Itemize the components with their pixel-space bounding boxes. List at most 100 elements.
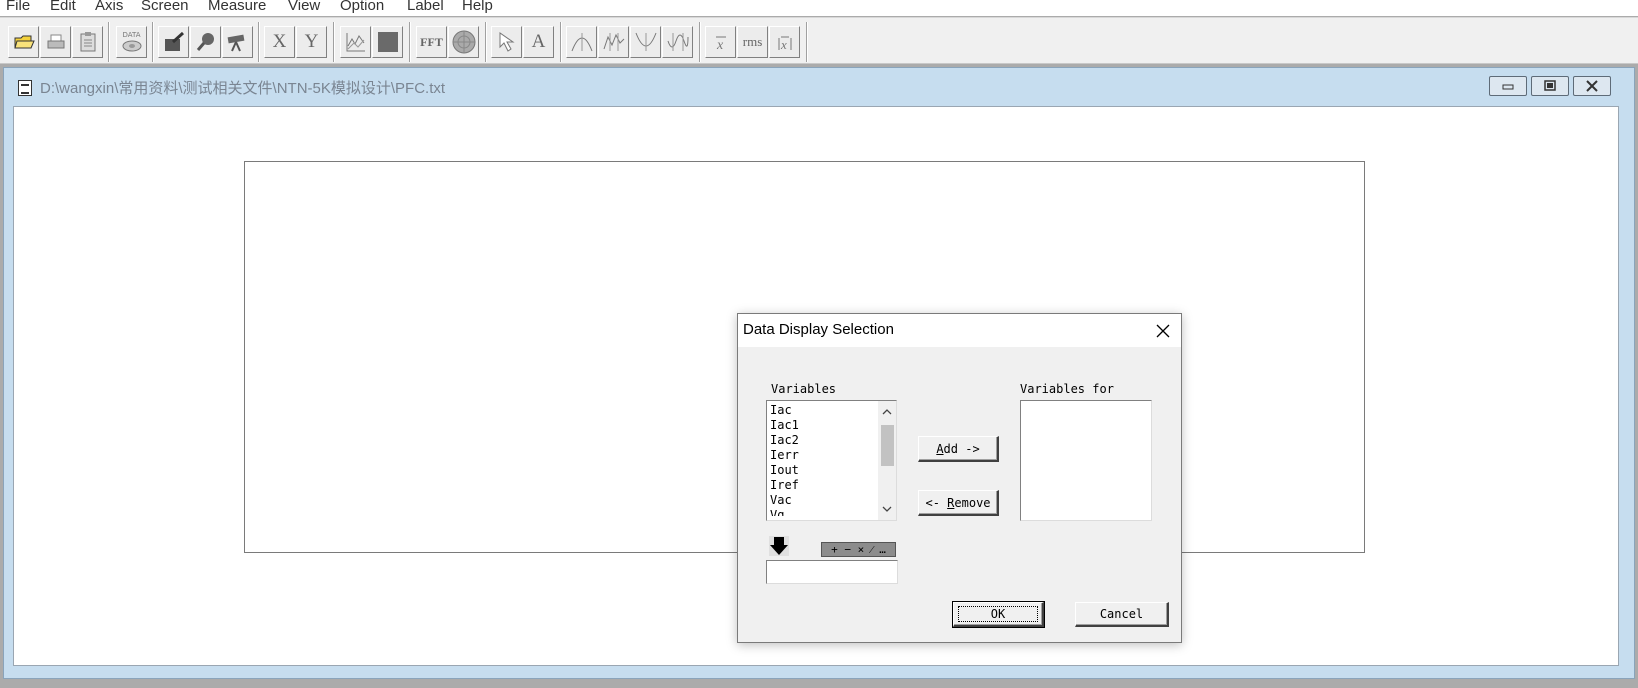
abs-mean-icon: x: [778, 36, 791, 52]
menu-bar: File Edit Axis Screen Measure View Optio…: [0, 0, 1638, 16]
menu-file[interactable]: File: [6, 0, 30, 14]
restore-button[interactable]: [1531, 76, 1569, 96]
pointer-arrow-icon: [499, 32, 515, 52]
remove-button-mnemonic: R: [947, 495, 955, 510]
open-file-button[interactable]: [8, 26, 39, 58]
list-item[interactable]: Iref: [770, 478, 799, 493]
select-pointer-button[interactable]: [491, 26, 522, 58]
remove-button-prefix: <-: [925, 495, 948, 510]
restore-icon: [1544, 80, 1556, 91]
cancel-button-label: Cancel: [1099, 607, 1144, 621]
chevron-down-icon: [882, 506, 892, 512]
toolbar-separator: [560, 22, 562, 62]
fft-button[interactable]: FFT: [416, 26, 447, 58]
data-button[interactable]: DATA: [116, 26, 147, 58]
variables-for-listbox[interactable]: [1020, 400, 1152, 521]
menu-help[interactable]: Help: [462, 0, 493, 14]
variables-for-label: Variables for: [1020, 382, 1114, 396]
list-item[interactable]: Ierr: [770, 448, 799, 463]
fill-button[interactable]: [372, 26, 403, 58]
text-label-button[interactable]: A: [523, 26, 554, 58]
toolbar-separator: [806, 22, 808, 62]
dialog-close-button[interactable]: [1151, 319, 1175, 343]
telescope-button[interactable]: [222, 26, 253, 58]
scroll-thumb[interactable]: [881, 425, 894, 466]
polar-plot-icon: [452, 30, 475, 54]
open-folder-icon: [13, 35, 35, 49]
y-axis-button[interactable]: Y: [296, 26, 327, 58]
menu-option[interactable]: Option: [340, 0, 384, 14]
chevron-up-icon: [882, 409, 892, 415]
add-button[interactable]: Add ->: [918, 436, 999, 462]
add-button-label: dd ->: [943, 441, 980, 456]
rms-button[interactable]: rms: [737, 26, 768, 58]
variables-listbox[interactable]: Iac Iac1 Iac2 Ierr Iout Iref Vac Vg: [766, 400, 897, 521]
wave-min-max-icon: [667, 33, 688, 51]
zoom-tool-button[interactable]: [158, 26, 189, 58]
data-label: DATA: [122, 31, 141, 39]
svg-text:x: x: [780, 37, 787, 52]
abs-average-button[interactable]: x: [769, 26, 800, 58]
status-bar: [0, 679, 1638, 688]
toolbar-separator: [108, 22, 110, 62]
document-icon: [18, 80, 32, 96]
scroll-down-button[interactable]: [878, 500, 896, 518]
min-max-button[interactable]: [662, 26, 693, 58]
list-item[interactable]: Iout: [770, 463, 799, 478]
x-axis-button[interactable]: X: [264, 26, 295, 58]
minimize-icon: [1502, 84, 1514, 90]
variables-scrollbar[interactable]: [878, 401, 896, 520]
list-item[interactable]: Iac: [770, 403, 799, 418]
menu-view[interactable]: View: [288, 0, 320, 14]
close-icon: [1586, 80, 1598, 92]
mean-x-bar-icon: x: [715, 36, 726, 53]
filled-square-icon: [377, 32, 398, 52]
toolbar-separator: [152, 22, 154, 62]
toolbar-separator: [333, 22, 335, 62]
magnifier-button[interactable]: [190, 26, 221, 58]
menu-measure[interactable]: Measure: [208, 0, 266, 14]
clipboard-icon: [80, 32, 95, 52]
max-button[interactable]: [566, 26, 597, 58]
data-disk-icon: [122, 40, 141, 52]
remove-button-label: emove: [954, 495, 991, 510]
document-title: D:\wangxin\常用资料\测试相关文件\NTN-5K模拟设计\PFC.tx…: [40, 80, 446, 97]
valley-curve-icon: [635, 32, 656, 51]
minimize-button[interactable]: [1489, 76, 1527, 96]
menu-screen[interactable]: Screen: [141, 0, 189, 14]
min-button[interactable]: [630, 26, 661, 58]
list-item[interactable]: Iac2: [770, 433, 799, 448]
close-window-button[interactable]: [1573, 76, 1611, 96]
variables-list: Iac Iac1 Iac2 Ierr Iout Iref Vac Vg: [770, 403, 799, 516]
ok-button[interactable]: OK: [952, 601, 1045, 628]
line-plot-icon: [346, 33, 365, 52]
down-arrow-icon: [770, 537, 788, 555]
list-item[interactable]: Vac: [770, 493, 799, 508]
dialog-titlebar: Data Display Selection: [738, 314, 1181, 347]
peak-to-peak-button[interactable]: [598, 26, 629, 58]
clipboard-button[interactable]: [72, 26, 103, 58]
remove-button[interactable]: <- Remove: [918, 490, 999, 516]
menu-label[interactable]: Label: [407, 0, 444, 14]
focus-rectangle: [958, 606, 1038, 622]
cancel-button[interactable]: Cancel: [1075, 602, 1169, 627]
close-icon: [1156, 324, 1170, 338]
print-button[interactable]: [40, 26, 71, 58]
peak-curve-icon: [571, 33, 592, 52]
scroll-up-button[interactable]: [878, 403, 896, 421]
menu-edit[interactable]: Edit: [50, 0, 76, 14]
telescope-icon: [227, 34, 244, 52]
operator-toolbar[interactable]: + − × ⁄ …: [821, 542, 896, 557]
list-item[interactable]: Vg: [770, 508, 799, 516]
add-button-mnemonic: A: [936, 441, 944, 456]
magnifier-icon: [196, 33, 214, 51]
average-button[interactable]: x: [705, 26, 736, 58]
expression-input[interactable]: [766, 560, 898, 584]
toolbar: DATA X Y FFT A x rms x: [0, 17, 1638, 64]
plot-button[interactable]: [340, 26, 371, 58]
dialog-title: Data Display Selection: [743, 321, 894, 338]
insert-variable-button[interactable]: [769, 536, 789, 556]
polar-button[interactable]: [448, 26, 479, 58]
list-item[interactable]: Iac1: [770, 418, 799, 433]
menu-axis[interactable]: Axis: [95, 0, 123, 14]
